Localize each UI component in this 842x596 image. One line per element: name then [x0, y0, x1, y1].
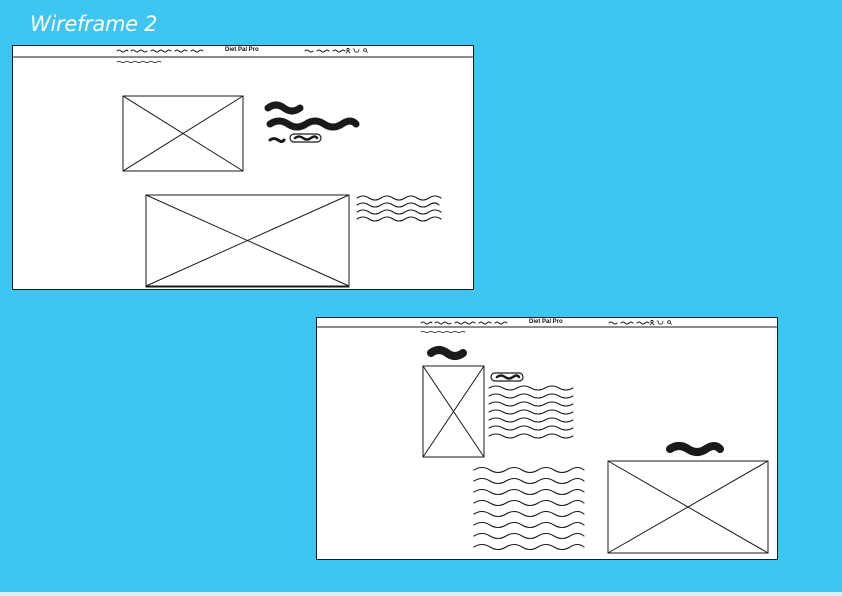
breadcrumb-placeholder [420, 331, 466, 333]
text-line-placeholder [488, 385, 574, 391]
article-image-placeholder [422, 365, 485, 458]
nav-link-placeholder[interactable] [494, 321, 508, 325]
cart-icon[interactable] [352, 48, 360, 53]
body-text-placeholder [356, 195, 442, 222]
text-line-placeholder [473, 499, 585, 507]
section-heading-placeholder [666, 442, 724, 456]
text-line-placeholder [473, 466, 585, 474]
bottom-strip [0, 592, 842, 596]
text-line-placeholder [473, 521, 585, 529]
text-line-placeholder [356, 202, 440, 208]
nav-link-placeholder[interactable] [304, 49, 314, 53]
hero-heading-placeholder [264, 101, 304, 115]
hero-heading-placeholder [266, 117, 360, 131]
wireframe-article: Diet Pal Pro [316, 317, 778, 560]
nav-link-placeholder[interactable] [190, 49, 204, 53]
text-line-placeholder [473, 532, 585, 540]
nav-link-placeholder[interactable] [636, 321, 650, 325]
user-icon[interactable] [649, 319, 655, 326]
secondary-text-placeholder [473, 466, 585, 551]
text-line-placeholder [488, 425, 574, 431]
search-icon[interactable] [667, 320, 672, 325]
nav-links-left [420, 321, 508, 325]
text-line-placeholder [473, 488, 585, 496]
nav-link-placeholder[interactable] [174, 49, 188, 53]
breadcrumb-placeholder [116, 61, 162, 63]
text-line-placeholder [488, 417, 574, 423]
nav-link-placeholder[interactable] [116, 49, 129, 53]
nav-link-placeholder[interactable] [478, 321, 492, 325]
nav-link-placeholder[interactable] [608, 321, 618, 325]
nav-link-placeholder[interactable] [434, 321, 452, 325]
nav-link-placeholder[interactable] [150, 49, 172, 53]
nav-link-placeholder[interactable] [420, 321, 433, 325]
brand-logo[interactable]: Diet Pal Pro [225, 47, 259, 53]
nav-link-placeholder[interactable] [620, 321, 634, 325]
text-line-placeholder [488, 433, 574, 439]
header-icons [345, 47, 368, 54]
cta-label-placeholder [293, 135, 319, 141]
text-line-placeholder [488, 393, 574, 399]
text-line-placeholder [473, 543, 585, 551]
feature-image-placeholder [145, 194, 350, 288]
text-line-placeholder [356, 209, 442, 215]
nav-links-right [608, 321, 650, 325]
cta-label-placeholder [495, 374, 521, 380]
text-line-placeholder [473, 477, 585, 485]
nav-link-placeholder[interactable] [454, 321, 476, 325]
article-heading-placeholder [427, 346, 467, 360]
nav-link-placeholder[interactable] [316, 49, 330, 53]
hero-image-placeholder [122, 95, 244, 172]
nav-links-left [116, 49, 204, 53]
text-line-placeholder [473, 510, 585, 518]
article-text-placeholder [488, 385, 574, 439]
brand-logo[interactable]: Diet Pal Pro [529, 319, 563, 325]
wireframe-desktop: Diet Pal Pro [12, 45, 474, 290]
nav-link-placeholder[interactable] [130, 49, 148, 53]
text-line-placeholder [356, 216, 442, 222]
user-icon[interactable] [345, 47, 351, 54]
article-cta-button[interactable] [490, 372, 524, 382]
hero-cta-button[interactable] [289, 133, 322, 143]
nav-link-placeholder[interactable] [332, 49, 346, 53]
cart-icon[interactable] [656, 320, 664, 325]
text-line-placeholder [356, 195, 442, 201]
nav-links-right [304, 49, 346, 53]
header-icons [649, 319, 672, 326]
text-line-placeholder [488, 401, 574, 407]
hero-label-placeholder [268, 137, 286, 143]
page-title: Wireframe 2 [30, 12, 158, 36]
search-icon[interactable] [363, 48, 368, 53]
section-image-placeholder [607, 460, 769, 554]
text-line-placeholder [488, 409, 574, 415]
